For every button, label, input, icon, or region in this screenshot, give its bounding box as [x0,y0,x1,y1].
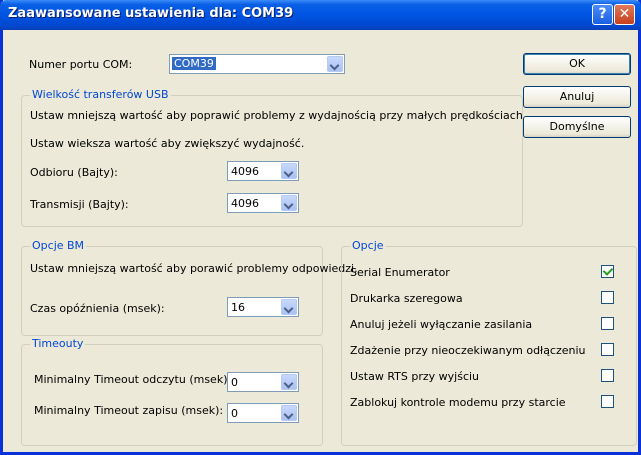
defaults-button[interactable]: Domyślne [523,116,631,138]
chevron-down-icon[interactable] [281,299,297,315]
read-timeout-label: Minimalny Timeout odczytu (msek): [34,373,232,386]
bm-hint: Ustaw mniejszą wartość aby porawić probl… [30,262,358,275]
window-title: Zaawansowane ustawienia dla: COM39 [8,6,294,21]
option-serial-enumerator-label: Serial Enumerator [350,266,450,279]
rx-size-select[interactable]: 4096 [227,161,299,181]
option-serial-printer-checkbox[interactable] [601,291,614,304]
option-set-rts-label: Ustaw RTS przy wyjściu [350,370,480,383]
chevron-down-icon[interactable] [281,405,297,421]
com-port-value: COM39 [172,57,216,70]
option-serial-enumerator-checkbox[interactable] [601,265,614,278]
chevron-down-icon[interactable] [327,56,343,72]
option-cancel-power-off-checkbox[interactable] [601,317,614,330]
chevron-down-icon[interactable] [281,195,297,211]
bm-options-title: Opcje BM [30,239,87,252]
option-set-rts-checkbox[interactable] [601,369,614,382]
usb-hint-higher: Ustaw wieksza wartość aby zwiększyć wyda… [30,137,305,150]
checkmark-icon [602,265,614,276]
option-cancel-power-off-label: Anuluj jeżeli wyłączanie zasilania [350,318,533,331]
tx-size-select[interactable]: 4096 [227,193,299,213]
usb-hint-lower: Ustaw mniejszą wartość aby poprawić prob… [30,109,527,122]
com-port-select[interactable]: COM39 [169,54,345,74]
option-surprise-removal-checkbox[interactable] [601,343,614,356]
write-timeout-value: 0 [231,407,238,420]
advanced-settings-window: Zaawansowane ustawienia dla: COM39 ? ✕ N… [0,0,641,455]
options-group: Opcje Serial Enumerator Drukarka szerego… [341,239,637,446]
rx-size-label: Odbioru (Bajty): [30,166,118,179]
ok-button[interactable]: OK [523,53,631,75]
option-surprise-removal-label: Zdażenie przy nieoczekiwanym odłączeniu [350,344,586,357]
latency-value: 16 [231,301,245,314]
com-port-label: Numer portu COM: [29,58,133,71]
latency-select[interactable]: 16 [227,297,299,317]
timeouts-title: Timeouty [30,337,86,350]
read-timeout-value: 0 [231,376,238,389]
usb-transfer-title: Wielkość transferów USB [30,88,171,101]
title-bar[interactable]: Zaawansowane ustawienia dla: COM39 ? ✕ [0,0,641,30]
rx-size-value: 4096 [231,165,259,178]
tx-size-value: 4096 [231,197,259,210]
chevron-down-icon[interactable] [281,374,297,390]
option-serial-printer-label: Drukarka szeregowa [350,292,463,305]
write-timeout-select[interactable]: 0 [227,403,299,423]
read-timeout-select[interactable]: 0 [227,372,299,392]
help-icon[interactable]: ? [592,4,613,25]
write-timeout-label: Minimalny Timeout zapisu (msek): [34,404,224,417]
timeouts-group: Timeouty Minimalny Timeout odczytu (msek… [21,337,323,446]
cancel-button[interactable]: Anuluj [523,86,631,108]
options-title: Opcje [350,239,386,252]
bm-options-group: Opcje BM Ustaw mniejszą wartość aby pora… [21,239,358,336]
tx-size-label: Transmisji (Bajty): [30,198,129,211]
latency-label: Czas opóźnienia (msek): [30,302,165,315]
option-disable-modem-ctrl-checkbox[interactable] [601,395,614,408]
dialog-body: Numer portu COM: COM39 Wielkość transfer… [3,27,638,452]
chevron-down-icon[interactable] [281,163,297,179]
option-disable-modem-ctrl-label: Zablokuj kontrole modemu przy starcie [350,396,566,409]
usb-transfer-group: Wielkość transferów USB Ustaw mniejszą w… [21,88,527,227]
close-icon[interactable]: ✕ [614,4,635,25]
